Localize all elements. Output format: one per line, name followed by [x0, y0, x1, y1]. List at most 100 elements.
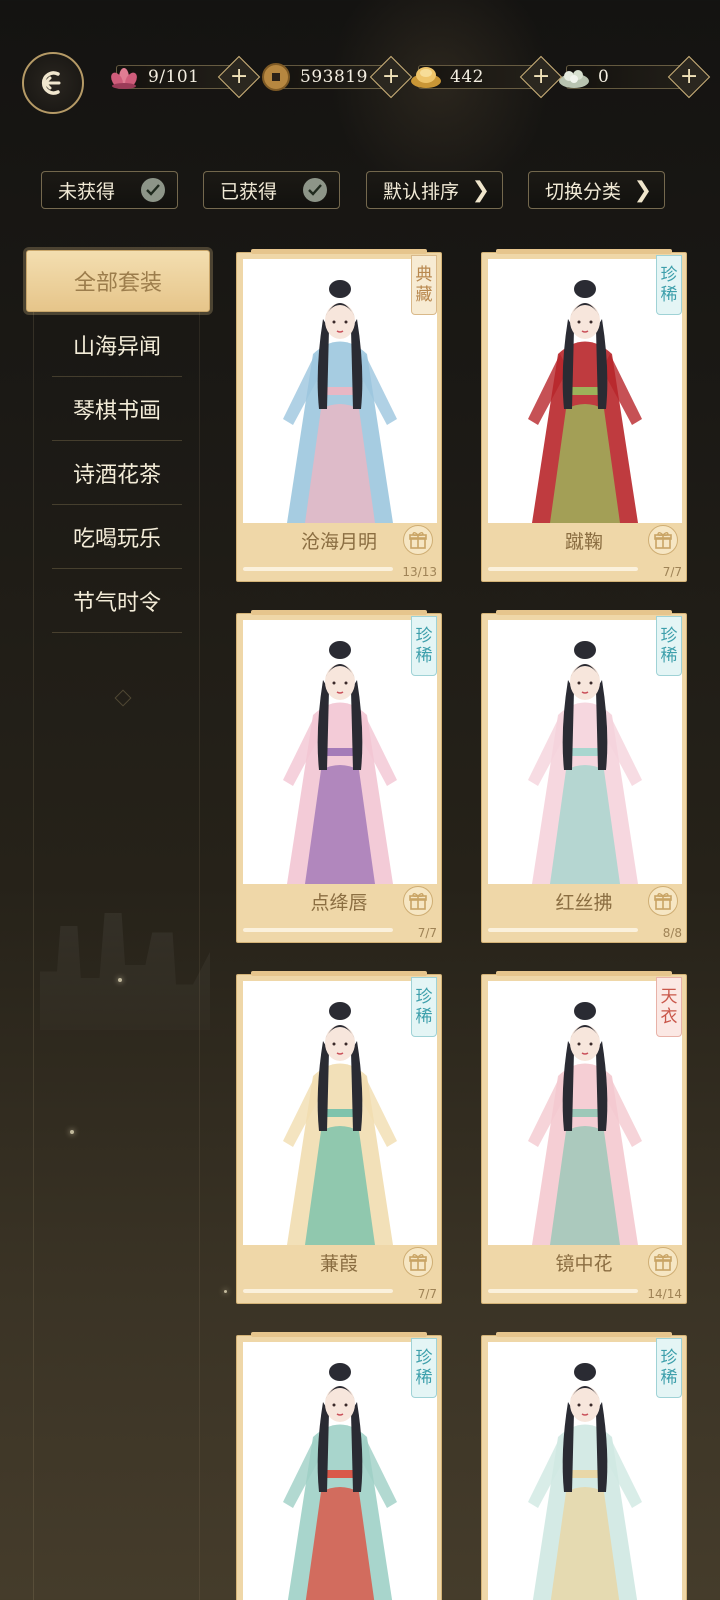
sidebar-border	[33, 300, 34, 1600]
filter-not-obtained[interactable]: 未获得	[41, 171, 178, 209]
backdrop-art	[330, 0, 550, 200]
rarity-tag-char: 珍	[660, 626, 678, 646]
plus-icon: +	[531, 64, 551, 89]
collection-progress-text: 8/8	[662, 926, 682, 940]
suit-card[interactable]: 珍 稀	[481, 1332, 687, 1600]
resource-lotus: 9/101 +	[106, 55, 261, 99]
category-item[interactable]: 节气时令	[52, 569, 182, 633]
gift-icon	[654, 1254, 672, 1271]
plus-icon: +	[381, 64, 401, 89]
copper-coin-icon	[258, 62, 294, 92]
lotus-icon	[106, 62, 142, 92]
gift-button[interactable]	[648, 1247, 678, 1277]
diamond-ornament	[114, 689, 132, 707]
gift-button[interactable]	[648, 525, 678, 555]
suit-portrait	[243, 259, 437, 523]
card-top-edge	[251, 1332, 427, 1337]
add-coin-button[interactable]: +	[369, 55, 413, 99]
chevron-right-icon: ❯	[471, 177, 490, 203]
resource-coin: 593819 +	[258, 55, 413, 99]
gift-button[interactable]	[403, 1247, 433, 1277]
rarity-tag-char: 珍	[415, 987, 433, 1007]
collection-progress-bar	[243, 567, 393, 571]
rarity-tag-char: 藏	[415, 285, 433, 305]
sparkle-decoration	[70, 1130, 74, 1134]
suit-portrait	[488, 1342, 682, 1600]
filter-obtained[interactable]: 已获得	[203, 171, 340, 209]
check-icon	[141, 178, 165, 202]
lotus-count: 9/101	[148, 67, 200, 87]
suit-portrait	[243, 981, 437, 1245]
sort-label: 默认排序	[383, 180, 460, 203]
collection-progress-bar	[488, 1289, 638, 1293]
card-top-edge	[496, 971, 672, 976]
category-all-suits[interactable]: 全部套装	[26, 250, 210, 312]
gift-icon	[409, 893, 427, 910]
rarity-tag-char: 稀	[415, 1007, 433, 1027]
sidebar-border	[199, 300, 200, 1600]
suit-card[interactable]: 珍 稀 蒹葭 7/7	[236, 971, 442, 1304]
suit-card[interactable]: 天 衣 镜中花 14/14	[481, 971, 687, 1304]
gift-button[interactable]	[403, 886, 433, 916]
back-button[interactable]	[22, 52, 84, 114]
rarity-tag: 珍 稀	[411, 1338, 437, 1398]
filter-label: 已获得	[220, 180, 278, 203]
collection-progress-text: 7/7	[417, 1287, 437, 1301]
suit-card[interactable]: 珍 稀 点绛唇 7/7	[236, 610, 442, 943]
gift-button[interactable]	[403, 525, 433, 555]
card-top-edge	[496, 1332, 672, 1337]
rarity-tag-char: 典	[415, 265, 433, 285]
rarity-tag: 珍 稀	[656, 255, 682, 315]
rarity-tag-char: 珍	[415, 626, 433, 646]
rarity-tag-char: 稀	[660, 646, 678, 666]
collection-progress-bar	[243, 1289, 393, 1293]
rarity-tag-char: 稀	[660, 285, 678, 305]
switch-category-button[interactable]: 切换分类 ❯	[528, 171, 665, 209]
suit-card[interactable]: 珍 稀 蹴鞠 7/7	[481, 249, 687, 582]
suit-portrait	[488, 981, 682, 1245]
rarity-tag-char: 天	[660, 987, 678, 1007]
sparkle-decoration	[118, 978, 122, 982]
resource-jade: 0 +	[556, 55, 711, 99]
coin-count: 593819	[300, 67, 368, 87]
resource-ingot: 442 +	[408, 55, 563, 99]
card-top-edge	[251, 971, 427, 976]
gold-ingot-icon	[408, 62, 444, 92]
plus-icon: +	[229, 64, 249, 89]
rarity-tag-char: 稀	[415, 646, 433, 666]
rarity-tag-char: 稀	[660, 1368, 678, 1388]
plus-icon: +	[679, 64, 699, 89]
sparkle-decoration	[224, 1290, 227, 1293]
collection-progress-text: 13/13	[402, 565, 437, 579]
back-arrow-icon	[41, 71, 61, 95]
rarity-tag: 珍 稀	[411, 977, 437, 1037]
collection-progress-text: 7/7	[662, 565, 682, 579]
suit-portrait	[488, 620, 682, 884]
gift-icon	[654, 893, 672, 910]
gift-icon	[409, 532, 427, 549]
ingot-count: 442	[450, 67, 484, 87]
add-lotus-button[interactable]: +	[217, 55, 261, 99]
switch-category-label: 切换分类	[545, 180, 622, 203]
gift-icon	[409, 1254, 427, 1271]
rarity-tag-char: 稀	[415, 1368, 433, 1388]
filter-label: 未获得	[58, 180, 116, 203]
category-item[interactable]: 山海异闻	[52, 313, 182, 377]
rarity-tag: 珍 稀	[656, 616, 682, 676]
backdrop-city-silhouette	[40, 913, 210, 1030]
gift-icon	[654, 532, 672, 549]
category-item[interactable]: 琴棋书画	[52, 377, 182, 441]
check-icon	[303, 178, 327, 202]
category-item[interactable]: 吃喝玩乐	[52, 505, 182, 569]
suit-card[interactable]: 典 藏 沧海月明 13/13	[236, 249, 442, 582]
category-item[interactable]: 诗酒花茶	[52, 441, 182, 505]
suit-card[interactable]: 珍 稀 红丝拂 8/8	[481, 610, 687, 943]
card-top-edge	[496, 249, 672, 254]
rarity-tag: 天 衣	[656, 977, 682, 1037]
gift-button[interactable]	[648, 886, 678, 916]
suit-card[interactable]: 珍 稀	[236, 1332, 442, 1600]
sort-button[interactable]: 默认排序 ❯	[366, 171, 503, 209]
add-jade-button[interactable]: +	[667, 55, 711, 99]
rarity-tag-char: 珍	[415, 1348, 433, 1368]
collection-progress-bar	[243, 928, 393, 932]
